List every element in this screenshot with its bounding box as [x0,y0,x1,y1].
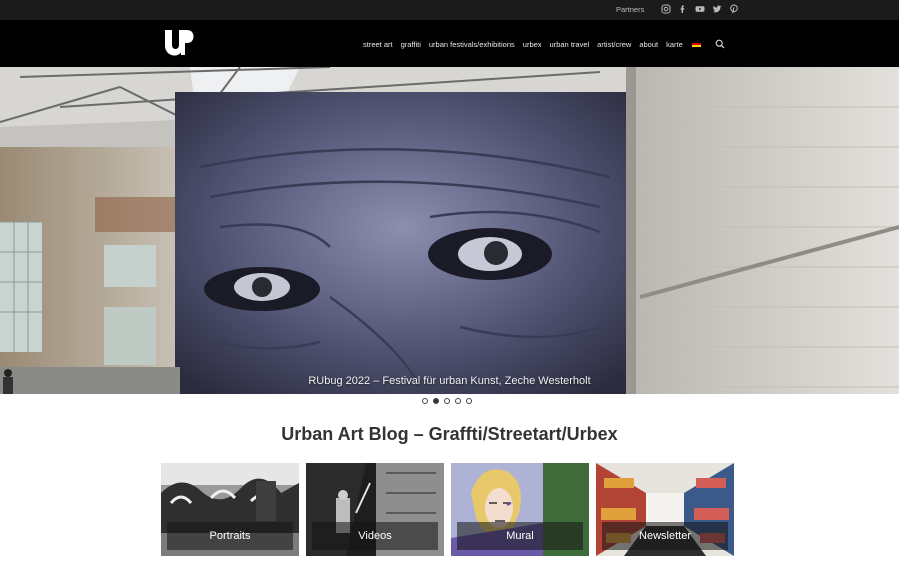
facebook-icon[interactable] [677,3,688,14]
nav-street-art[interactable]: street art [363,40,393,49]
hero-image [0,67,899,394]
slide-dot-3[interactable] [444,398,450,404]
main-navigation: street art graffiti urban festivals/exhi… [0,20,899,67]
category-tiles: Portraits Videos Mural Newsletter [161,463,734,556]
tile-label-portraits: Portraits [167,522,293,550]
youtube-icon[interactable] [694,3,705,14]
pinterest-icon[interactable] [728,3,739,14]
tile-label-newsletter: Newsletter [602,522,728,550]
slide-dot-4[interactable] [455,398,461,404]
logo-mark [165,30,194,56]
primary-menu: street art graffiti urban festivals/exhi… [363,39,725,49]
nav-artist-crew[interactable]: artist/crew [597,40,631,49]
nav-graffiti[interactable]: graffiti [401,40,421,49]
site-logo[interactable] [164,29,194,57]
tile-label-mural: Mural [457,522,583,550]
german-flag-icon[interactable] [691,41,701,47]
nav-about[interactable]: about [639,40,658,49]
partners-link[interactable]: Partners [616,5,644,14]
nav-karte[interactable]: karte [666,40,683,49]
top-bar: Partners [0,0,899,20]
slide-dot-1[interactable] [422,398,428,404]
slide-dot-2[interactable] [433,398,439,404]
twitter-icon[interactable] [711,3,722,14]
nav-urban-travel[interactable]: urban travel [550,40,590,49]
tile-newsletter[interactable]: Newsletter [596,463,734,556]
hero-slider[interactable]: RUbug 2022 – Festival für urban Kunst, Z… [0,67,899,394]
search-icon[interactable] [715,39,725,49]
page-title: Urban Art Blog – Graffti/Streetart/Urbex [281,424,618,444]
slider-pagination [422,398,472,404]
slide-dot-5[interactable] [466,398,472,404]
social-links [660,3,739,14]
tile-portraits[interactable]: Portraits [161,463,299,556]
tile-mural[interactable]: Mural [451,463,589,556]
nav-urbex[interactable]: urbex [523,40,542,49]
instagram-icon[interactable] [660,3,671,14]
tile-label-videos: Videos [312,522,438,550]
nav-urban-festivals[interactable]: urban festivals/exhibitions [429,40,515,49]
tile-videos[interactable]: Videos [306,463,444,556]
hero-caption[interactable]: RUbug 2022 – Festival für urban Kunst, Z… [0,375,899,387]
